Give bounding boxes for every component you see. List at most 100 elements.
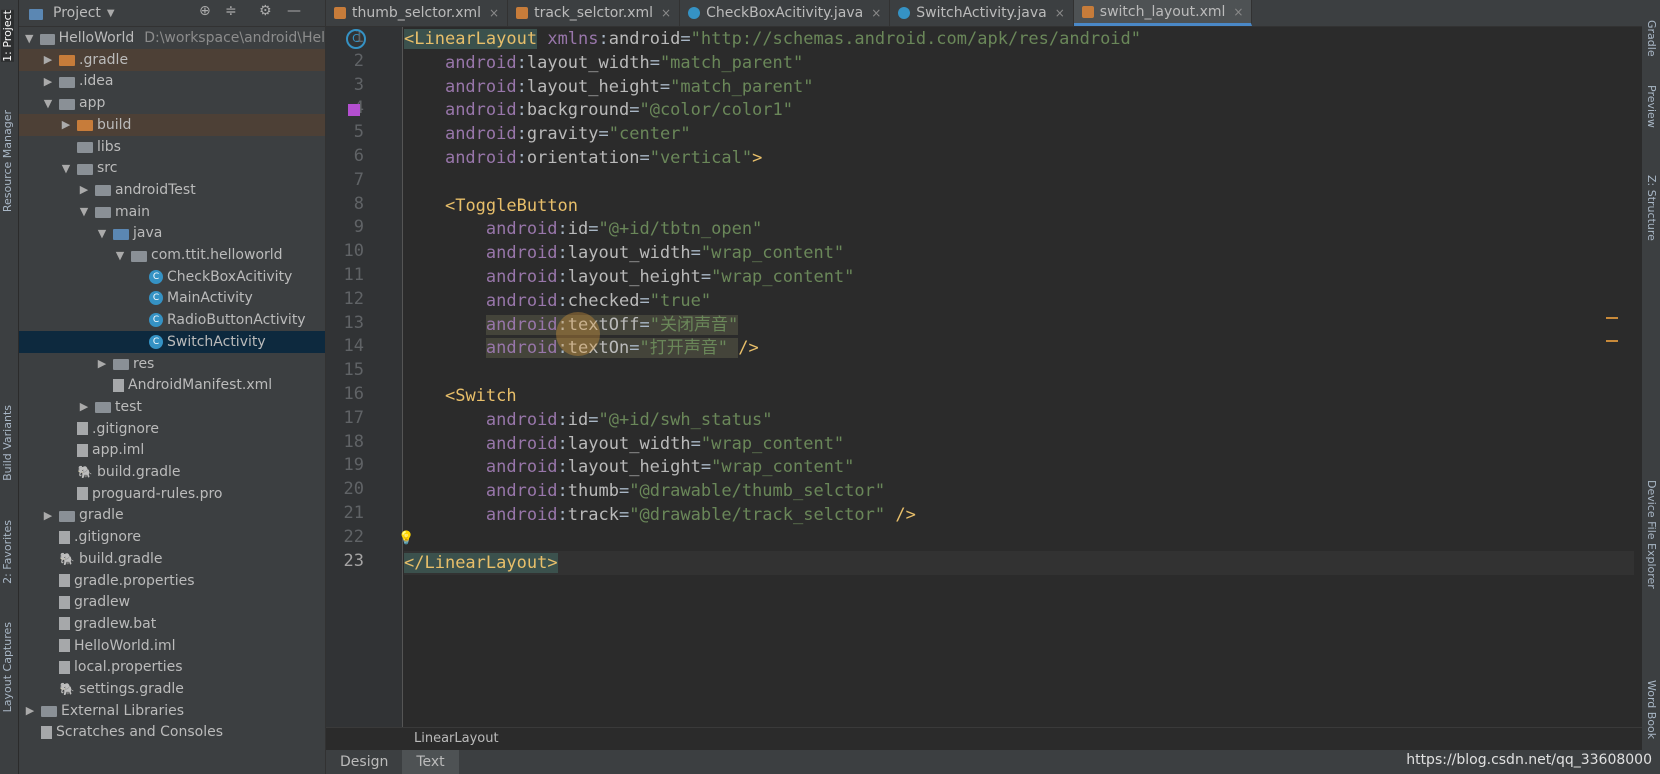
tree-item[interactable]: ▼ java [19,222,325,244]
code-line[interactable] [404,360,1634,384]
tree-item[interactable]: ▼ app [19,92,325,114]
tree-item[interactable]: ▼ main [19,201,325,223]
editor-tab[interactable]: SwitchActivity.java × [890,0,1074,26]
class-gutter-icon[interactable]: C [346,29,366,49]
code-area[interactable]: <LinearLayout xmlns:android="http://sche… [404,27,1634,727]
tree-item[interactable]: gradlew.bat [19,613,325,635]
chevron-right-icon[interactable]: ▶ [77,400,91,413]
hide-panel-icon[interactable]: — [287,3,301,19]
code-line[interactable] [404,527,1634,551]
tab-text[interactable]: Text [402,750,459,774]
tab-design[interactable]: Design [326,750,402,774]
tree-item[interactable]: ▼ com.ttit.helloworld [19,244,325,266]
close-icon[interactable]: × [871,6,881,20]
code-line[interactable]: <LinearLayout xmlns:android="http://sche… [404,27,1634,51]
tree-item[interactable]: Scratches and Consoles [19,721,325,743]
tool-window-project[interactable]: 1: Project [1,10,14,62]
tool-window-resource-manager[interactable]: Resource Manager [1,110,14,212]
code-line[interactable]: <ToggleButton [404,194,1634,218]
tree-item[interactable]: HelloWorld.iml [19,635,325,657]
code-line[interactable]: android:gravity="center" [404,122,1634,146]
locate-file-icon[interactable]: ⊕ [199,3,211,19]
code-line[interactable] [404,170,1634,194]
tree-item[interactable]: .gitignore [19,418,325,440]
code-editor[interactable]: 1234567891011121314151617181920212223C💡 … [326,27,1642,727]
tool-window-gradle[interactable]: Gradle [1645,20,1658,57]
tree-item[interactable]: app.iml [19,439,325,461]
tree-item[interactable]: 🐘 build.gradle [19,461,325,483]
code-line[interactable]: android:layout_width="wrap_content" [404,241,1634,265]
chevron-down-icon[interactable]: ▼ [107,8,115,19]
code-line[interactable]: android:thumb="@drawable/thumb_selctor" [404,479,1634,503]
tree-item[interactable]: .gitignore [19,526,325,548]
close-icon[interactable]: × [489,6,499,20]
chevron-down-icon[interactable]: ▼ [95,227,109,240]
chevron-right-icon[interactable]: ▶ [59,118,73,131]
code-line[interactable]: </LinearLayout> [404,550,1634,575]
chevron-right-icon[interactable]: ▶ [41,509,55,522]
editor-tab[interactable]: CheckBoxAcitivity.java × [680,0,891,26]
tree-item[interactable]: C MainActivity [19,287,325,309]
close-icon[interactable]: × [1233,5,1243,19]
tool-window-build-variants[interactable]: Build Variants [1,405,14,481]
chevron-down-icon[interactable]: ▼ [113,249,127,262]
code-line[interactable]: android:layout_width="match_parent" [404,51,1634,75]
tree-item[interactable]: ▶ res [19,353,325,375]
tool-window-device-file-explorer[interactable]: Device File Explorer [1645,480,1658,589]
chevron-right-icon[interactable]: ▶ [95,357,109,370]
tree-item[interactable]: ▶ androidTest [19,179,325,201]
tree-item[interactable]: C RadioButtonActivity [19,309,325,331]
chevron-down-icon[interactable]: ▼ [23,32,36,45]
gear-icon[interactable]: ⚙ [259,3,272,19]
tool-window-preview[interactable]: Preview [1645,85,1658,128]
tool-window-structure[interactable]: Z: Structure [1645,175,1658,241]
code-line[interactable]: android:track="@drawable/track_selctor" … [404,503,1634,527]
chevron-right-icon[interactable]: ▶ [77,183,91,196]
code-line[interactable]: android:layout_height="wrap_content" [404,455,1634,479]
code-line[interactable]: <Switch [404,384,1634,408]
code-line[interactable]: android:layout_width="wrap_content" [404,432,1634,456]
tree-item[interactable]: local.properties [19,656,325,678]
tree-item[interactable]: ▶ build [19,113,325,136]
tree-item[interactable]: ▶ .idea [19,70,325,92]
collapse-all-icon[interactable]: ≑ [225,3,237,19]
tree-item[interactable]: ▶ .gradle [19,48,325,71]
code-line[interactable]: android:orientation="vertical"> [404,146,1634,170]
chevron-right-icon[interactable]: ▶ [41,53,55,66]
tree-item[interactable]: ▶ External Libraries [19,700,325,722]
tree-item[interactable]: C CheckBoxAcitivity [19,266,325,288]
editor-tab[interactable]: switch_layout.xml × [1073,0,1253,26]
tree-item[interactable]: gradle.properties [19,570,325,592]
chevron-right-icon[interactable]: ▶ [23,704,37,717]
close-icon[interactable]: × [661,6,671,20]
tree-item[interactable]: ▶ gradle [19,504,325,526]
tree-item[interactable]: libs [19,136,325,158]
code-line[interactable]: android:layout_height="wrap_content" [404,265,1634,289]
code-line[interactable]: android:background="@color/color1" [404,98,1634,122]
tree-item[interactable]: ▼ src [19,157,325,179]
tree-item[interactable]: C SwitchActivity [19,330,325,353]
editor-tab[interactable]: thumb_selctor.xml × [326,0,509,26]
tree-item[interactable]: AndroidManifest.xml [19,374,325,396]
breadcrumb-item[interactable]: LinearLayout [414,731,499,746]
editor-tab[interactable]: track_selctor.xml × [508,0,681,26]
color-swatch-icon[interactable] [348,104,360,116]
chevron-down-icon[interactable]: ▼ [41,97,55,110]
close-icon[interactable]: × [1055,6,1065,20]
code-line[interactable]: android:layout_height="match_parent" [404,75,1634,99]
chevron-right-icon[interactable]: ▶ [41,75,55,88]
project-view-dropdown[interactable]: Project [53,5,101,21]
code-line[interactable]: android:id="@+id/tbtn_open" [404,217,1634,241]
tree-item[interactable]: 🐘 build.gradle [19,548,325,570]
tree-item[interactable]: gradlew [19,591,325,613]
tree-item[interactable]: 🐘 settings.gradle [19,678,325,700]
tree-item[interactable]: ▶ test [19,396,325,418]
tree-item[interactable]: proguard-rules.pro [19,483,325,505]
tool-window-favorites[interactable]: 2: Favorites [1,520,14,584]
chevron-down-icon[interactable]: ▼ [59,162,73,175]
code-line[interactable]: android:id="@+id/swh_status" [404,408,1634,432]
code-line[interactable]: android:checked="true" [404,289,1634,313]
tree-item[interactable]: ▼ HelloWorld D:\workspace\android\Hel [19,27,325,49]
tool-window-layout-captures[interactable]: Layout Captures [1,622,14,712]
chevron-down-icon[interactable]: ▼ [77,205,91,218]
